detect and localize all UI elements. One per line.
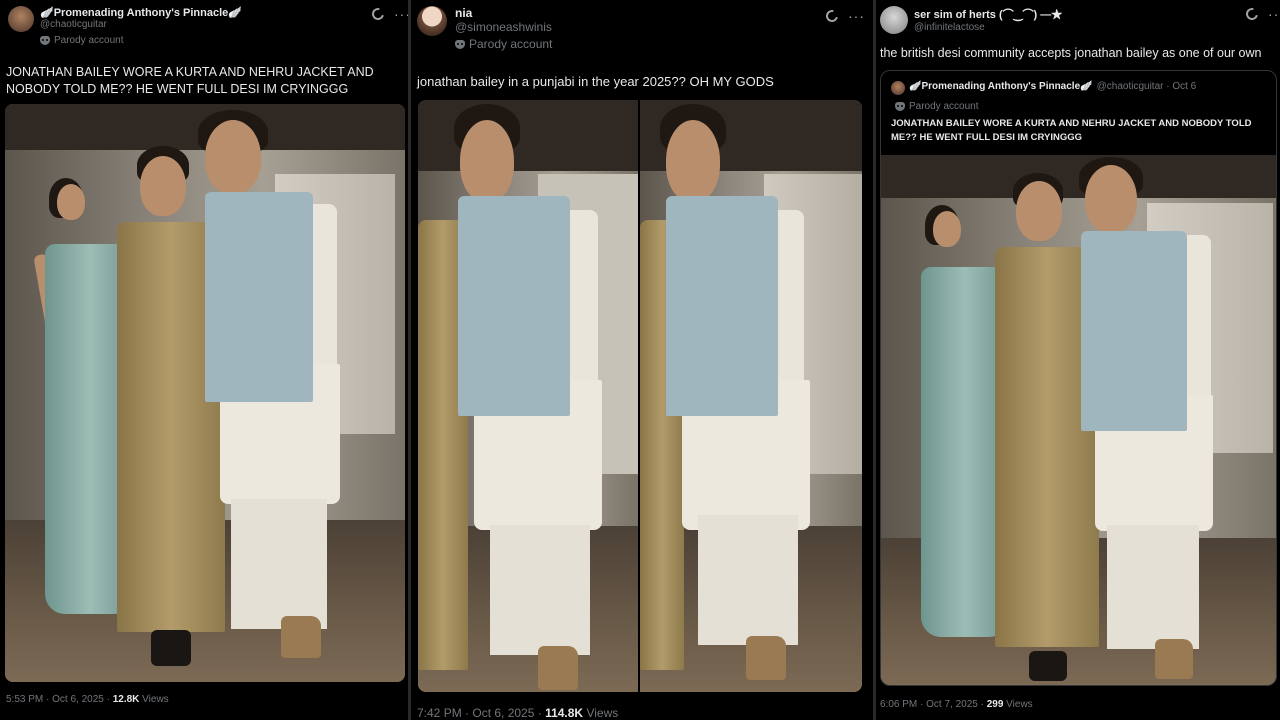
grok-icon[interactable] <box>823 7 841 25</box>
more-icon[interactable]: ··· <box>1268 6 1280 22</box>
tweet-time[interactable]: 5:53 PM · Oct 6, 2025 · <box>6 694 113 705</box>
quoted-header: 🪽Promenading Anthony's Pinnacle🪽 @chaoti… <box>891 81 1196 95</box>
tweet-text: JONATHAN BAILEY WORE A KURTA AND NEHRU J… <box>6 65 374 96</box>
tweet-actions: ··· <box>1243 5 1280 23</box>
quoted-author-handle[interactable]: @chaoticguitar · Oct 6 <box>1097 81 1197 92</box>
quoted-author-name[interactable]: 🪽Promenading Anthony's Pinnacle🪽 <box>909 81 1093 92</box>
author-handle[interactable]: @chaoticguitar <box>40 19 242 30</box>
quoted-text: JONATHAN BAILEY WORE A KURTA AND NEHRU J… <box>891 118 1252 143</box>
grok-icon[interactable] <box>369 5 387 23</box>
tweet-header: nia @simoneashwinis Parody account <box>417 6 552 51</box>
views-label: Views <box>1003 699 1033 710</box>
tweet-meta: 6:06 PM · Oct 7, 2025 · 299 Views <box>880 699 1033 710</box>
tweet-time[interactable]: 7:42 PM · Oct 6, 2025 · <box>417 706 545 720</box>
parody-badge: Parody account <box>455 37 552 51</box>
views-label: Views <box>583 706 619 720</box>
quoted-tweet[interactable]: 🪽Promenading Anthony's Pinnacle🪽 @chaoti… <box>880 70 1277 686</box>
tweet-photo[interactable] <box>5 104 405 682</box>
view-count: 299 <box>986 699 1004 710</box>
tweet-text: the british desi community accepts jonat… <box>880 46 1262 60</box>
tweet-panel-2: nia @simoneashwinis Parody account ··· j… <box>411 0 873 720</box>
avatar[interactable] <box>417 6 447 36</box>
parody-badge: Parody account <box>40 35 242 46</box>
author-name[interactable]: ser sim of herts (⌒‿⌒) ―★ <box>914 6 1062 22</box>
tweet-photo-right[interactable] <box>640 100 862 692</box>
views-label: Views <box>139 694 169 705</box>
parody-label: Parody account <box>54 35 124 46</box>
tweet-meta: 5:53 PM · Oct 6, 2025 · 12.8K Views <box>6 694 169 705</box>
view-count: 114.8K <box>545 706 584 720</box>
tweet-actions: ··· <box>823 7 865 25</box>
grok-icon[interactable] <box>1243 5 1261 23</box>
tweet-panel-3: ser sim of herts (⌒‿⌒) ―★ @infinitelacto… <box>876 0 1280 720</box>
more-icon[interactable]: ··· <box>394 6 408 22</box>
mask-icon <box>455 39 465 49</box>
tweet-header: ser sim of herts (⌒‿⌒) ―★ @infinitelacto… <box>880 6 1062 34</box>
author-handle[interactable]: @infinitelactose <box>914 22 1062 33</box>
author-name[interactable]: 🪽Promenading Anthony's Pinnacle🪽 <box>40 6 242 19</box>
avatar[interactable] <box>8 6 34 32</box>
tweet-time[interactable]: 6:06 PM · Oct 7, 2025 · <box>880 699 987 710</box>
parody-badge: Parody account <box>895 101 979 112</box>
tweet-photo-left[interactable] <box>418 100 638 692</box>
parody-label: Parody account <box>469 37 553 51</box>
author-name[interactable]: nia <box>455 6 552 20</box>
tweet-meta: 7:42 PM · Oct 6, 2025 · 114.8K Views <box>417 706 618 720</box>
avatar[interactable] <box>880 6 908 34</box>
mask-icon <box>40 36 50 45</box>
avatar[interactable] <box>891 81 905 95</box>
view-count: 12.8K <box>112 694 140 705</box>
parody-label: Parody account <box>909 101 979 112</box>
tweet-actions: ··· <box>369 5 408 23</box>
mask-icon <box>895 102 905 111</box>
tweet-text: jonathan bailey in a punjabi in the year… <box>417 74 774 89</box>
more-icon[interactable]: ··· <box>848 8 865 24</box>
author-handle[interactable]: @simoneashwinis <box>455 20 552 34</box>
tweet-header: 🪽Promenading Anthony's Pinnacle🪽 @chaoti… <box>8 6 242 46</box>
quoted-photo[interactable] <box>881 155 1276 685</box>
tweet-panel-1: 🪽Promenading Anthony's Pinnacle🪽 @chaoti… <box>0 0 408 720</box>
